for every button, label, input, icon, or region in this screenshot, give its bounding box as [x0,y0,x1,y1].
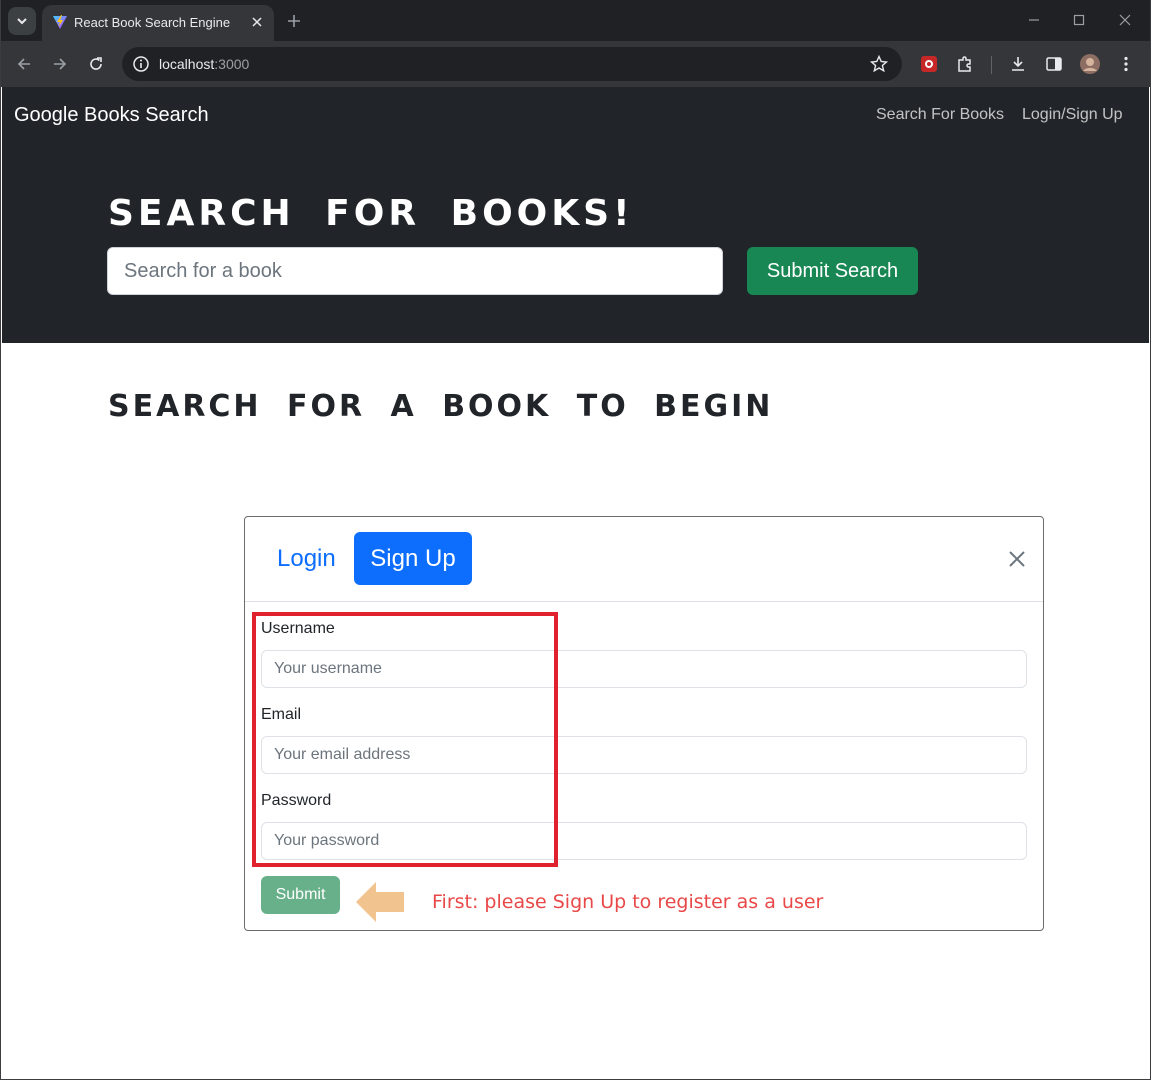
site-navbar: Google Books Search Search For Books Log… [2,87,1149,143]
extension-red-icon[interactable] [918,53,940,75]
tab-list-icon[interactable] [8,7,36,35]
browser-toolbar: localhost:3000 [0,41,1151,87]
hero-title: SEARCH FOR BOOKS! [108,193,634,234]
back-arrow-icon[interactable] [12,52,36,76]
info-icon[interactable] [132,55,150,73]
close-icon[interactable] [248,13,266,31]
forward-arrow-icon[interactable] [48,52,72,76]
profile-avatar[interactable] [1079,53,1101,75]
search-input[interactable] [107,247,723,295]
browser-tab-strip: React Book Search Engine [0,0,1151,41]
maximize-icon[interactable] [1069,10,1089,30]
brand-link[interactable]: Google Books Search [14,104,209,127]
address-bar[interactable]: localhost:3000 [122,47,902,81]
signup-submit-button[interactable]: Submit [261,876,340,914]
highlight-box [252,612,558,867]
tab-title: React Book Search Engine [74,15,231,30]
nav-link-login-signup[interactable]: Login/Sign Up [1022,106,1123,124]
tab-signup[interactable]: Sign Up [354,532,472,585]
puzzle-icon[interactable] [954,53,976,75]
annotation-note: First: please Sign Up to register as a u… [432,891,824,913]
reload-icon[interactable] [84,52,108,76]
url-text: localhost:3000 [159,56,250,72]
star-icon[interactable] [870,55,888,73]
modal-header: Login Sign Up [245,517,1043,602]
minimize-icon[interactable] [1024,10,1044,30]
nav-link-search[interactable]: Search For Books [876,106,1004,124]
tab-login[interactable]: Login [261,532,352,585]
more-vert-icon[interactable] [1115,53,1137,75]
left-arrow-icon [356,882,404,922]
results-title: SEARCH FOR A BOOK TO BEGIN [108,389,774,424]
toolbar-divider [991,56,992,74]
web-page: Google Books Search Search For Books Log… [2,87,1149,1078]
submit-search-button[interactable]: Submit Search [747,247,918,295]
plus-icon[interactable] [284,11,304,31]
download-icon[interactable] [1007,53,1029,75]
close-icon[interactable] [1005,547,1029,571]
vite-favicon [53,15,67,29]
side-panel-icon[interactable] [1043,53,1065,75]
browser-tab[interactable]: React Book Search Engine [42,5,274,41]
close-icon[interactable] [1115,10,1135,30]
search-hero: SEARCH FOR BOOKS! Submit Search [2,143,1149,343]
